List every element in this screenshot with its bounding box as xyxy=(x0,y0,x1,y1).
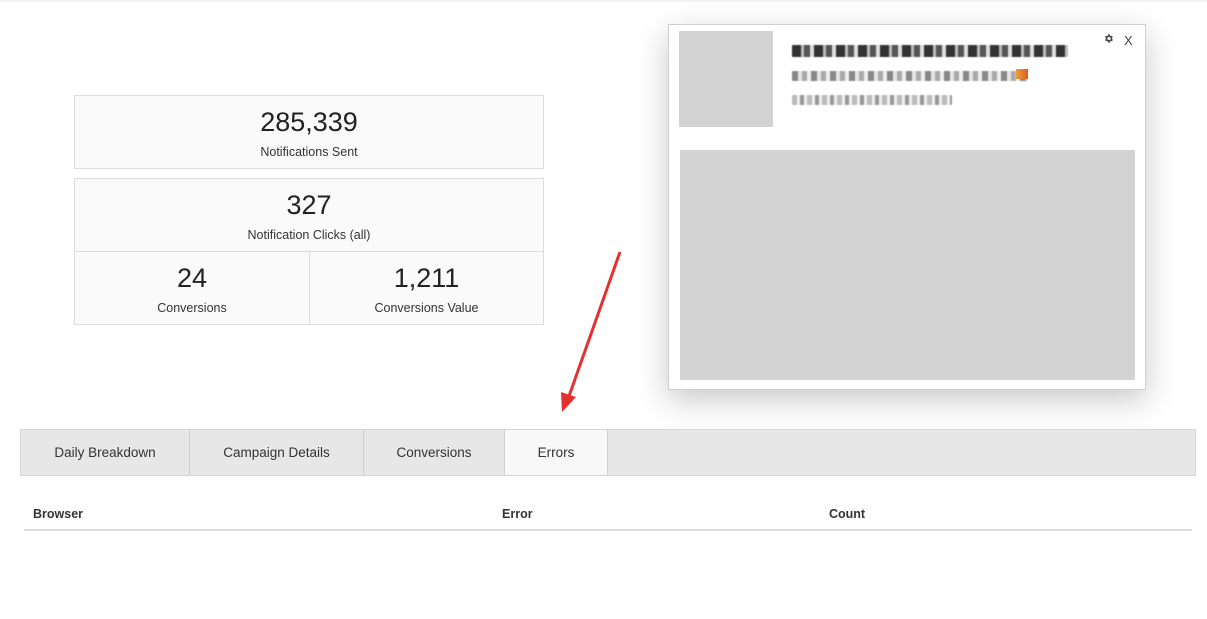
column-header-browser[interactable]: Browser xyxy=(33,507,83,521)
close-button[interactable]: X xyxy=(1124,34,1133,47)
stat-value: 285,339 xyxy=(260,107,358,137)
tab-campaign-details[interactable]: Campaign Details xyxy=(190,430,364,475)
stat-label: Notification Clicks (all) xyxy=(247,228,371,242)
stat-value: 1,211 xyxy=(393,263,460,293)
tab-conversions[interactable]: Conversions xyxy=(364,430,505,475)
stat-notification-clicks: 327 Notification Clicks (all) xyxy=(74,178,544,252)
notification-icon-placeholder xyxy=(679,31,773,127)
tab-daily-breakdown[interactable]: Daily Breakdown xyxy=(21,430,190,475)
notification-title-redacted xyxy=(792,45,1068,57)
stat-label: Conversions xyxy=(157,301,227,315)
arrow-shaft xyxy=(566,251,622,400)
tab-bar: Daily Breakdown Campaign Details Convers… xyxy=(20,429,1196,476)
notification-message-redacted xyxy=(792,71,1028,81)
stat-label: Notifications Sent xyxy=(260,145,358,159)
tab-errors[interactable]: Errors xyxy=(505,430,608,475)
top-divider xyxy=(0,0,1207,2)
notification-image-placeholder xyxy=(680,150,1135,380)
gear-icon-svg xyxy=(1105,34,1113,43)
stat-value: 327 xyxy=(286,190,332,220)
notification-url-redacted xyxy=(792,95,952,105)
notification-preview: X xyxy=(668,24,1146,390)
errors-table-header: Browser Error Count xyxy=(24,500,1192,531)
stat-label: Conversions Value xyxy=(374,301,479,315)
column-header-error[interactable]: Error xyxy=(502,507,533,521)
stat-conversions: 24 Conversions xyxy=(74,251,310,325)
stat-conversions-value: 1,211 Conversions Value xyxy=(309,251,544,325)
arrow-head xyxy=(561,392,576,412)
redacted-emoji xyxy=(1016,69,1028,79)
stat-value: 24 xyxy=(176,263,208,293)
stat-notifications-sent: 285,339 Notifications Sent xyxy=(74,95,544,169)
column-header-count[interactable]: Count xyxy=(829,507,865,521)
gear-icon[interactable] xyxy=(1103,33,1114,46)
